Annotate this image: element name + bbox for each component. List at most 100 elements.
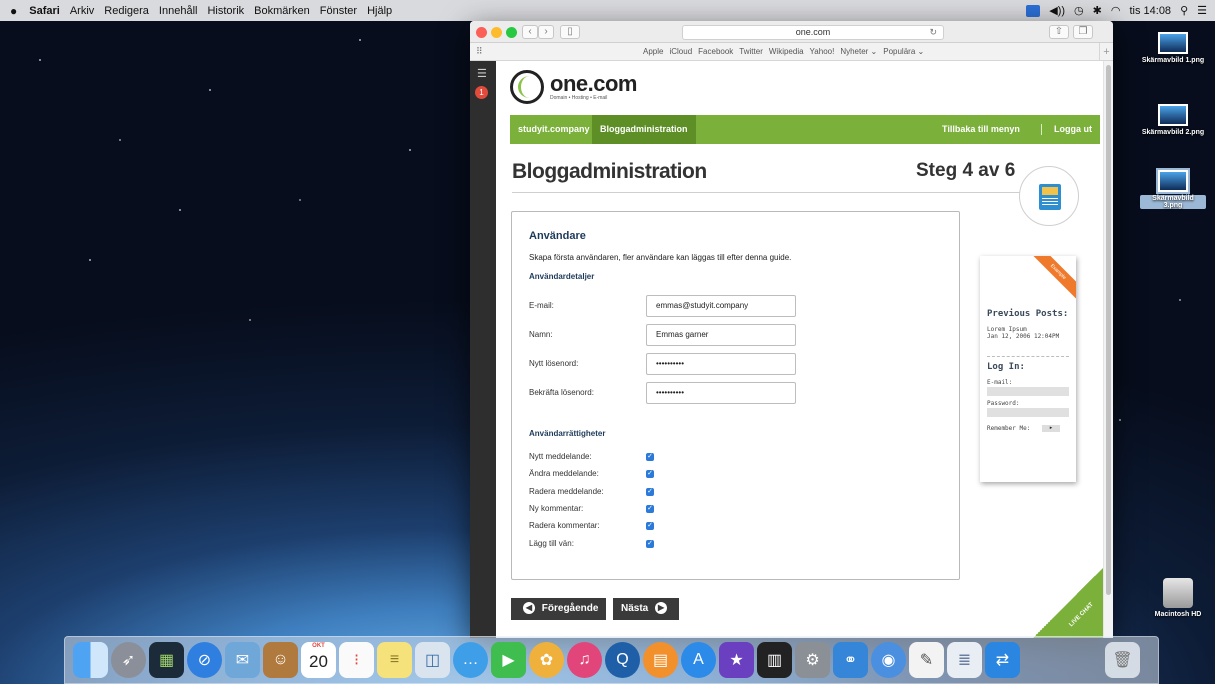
zoom-window-button[interactable]: [506, 27, 517, 38]
user-form-panel: Användare Skapa första användaren, fler …: [511, 211, 960, 580]
ibooks-icon[interactable]: ▤: [643, 642, 678, 678]
menu-arkiv[interactable]: Arkiv: [70, 5, 94, 17]
menu-historik[interactable]: Historik: [207, 5, 244, 17]
name-field[interactable]: Emmas garner: [646, 324, 796, 346]
address-bar[interactable]: one.com ↻: [682, 25, 944, 40]
checkbox-new-comment[interactable]: ✓: [646, 505, 654, 513]
calendar-month: OKT: [312, 643, 325, 649]
close-window-button[interactable]: [476, 27, 487, 38]
notification-center-icon[interactable]: ☰: [1197, 4, 1207, 17]
menu-redigera[interactable]: Redigera: [104, 5, 149, 17]
scrollbar-thumb[interactable]: [1106, 65, 1111, 595]
page-scrollbar[interactable]: [1103, 61, 1113, 638]
nav-domain[interactable]: studyit.company: [510, 115, 598, 144]
previous-button[interactable]: ◀ Föregående: [511, 598, 607, 620]
spotlight-icon[interactable]: ⚲: [1180, 4, 1188, 17]
favorite-nyheter[interactable]: Nyheter ⌄: [840, 47, 877, 56]
video-editor-icon[interactable]: ▥: [757, 642, 792, 678]
textedit-icon[interactable]: ✎: [909, 642, 944, 678]
favorite-apple[interactable]: Apple: [643, 47, 663, 56]
sidebar-toggle-icon[interactable]: ▯: [560, 25, 580, 39]
reload-icon[interactable]: ↻: [929, 26, 937, 39]
top-sites-icon[interactable]: ⠿: [476, 46, 483, 57]
checkbox-edit-post[interactable]: ✓: [646, 470, 654, 478]
right-label-delete-post: Radera meddelande:: [529, 487, 604, 496]
logo-text: one.com: [550, 71, 637, 96]
quicktime-icon[interactable]: Q: [605, 642, 640, 678]
document-icon[interactable]: ≣: [947, 642, 982, 678]
minimize-window-button[interactable]: [491, 27, 502, 38]
favorite-icloud[interactable]: iCloud: [669, 47, 692, 56]
volume-icon[interactable]: ◀)): [1049, 4, 1065, 17]
favorite-wikipedia[interactable]: Wikipedia: [769, 47, 804, 56]
input-source-icon[interactable]: [1026, 4, 1041, 17]
preview-icon[interactable]: ◫: [415, 642, 450, 678]
list-icon[interactable]: ☰: [477, 67, 487, 80]
launchpad-icon[interactable]: ➶: [111, 642, 146, 678]
site-logo[interactable]: one.com Domain • Hosting • E-mail: [510, 67, 637, 107]
facetime-icon[interactable]: ▶: [491, 642, 526, 678]
messages-icon[interactable]: …: [453, 642, 488, 678]
menu-innehall[interactable]: Innehåll: [159, 5, 198, 17]
teamviewer-icon[interactable]: ⇄: [985, 642, 1020, 678]
checkbox-delete-post[interactable]: ✓: [646, 488, 654, 496]
photos-icon[interactable]: ✿: [529, 642, 564, 678]
new-password-field[interactable]: ••••••••••: [646, 353, 796, 375]
desktop-macintosh-hd[interactable]: Macintosh HD: [1145, 578, 1211, 618]
wifi-icon[interactable]: ◠: [1111, 4, 1121, 17]
menu-safari[interactable]: Safari: [29, 5, 60, 17]
apple-icon[interactable]: ●: [10, 4, 17, 18]
finder-icon[interactable]: [73, 642, 108, 678]
desktop-file-screenshot-2[interactable]: Skärmavbild 2.png: [1140, 104, 1206, 136]
itunes-icon[interactable]: ♫: [567, 642, 602, 678]
back-icon[interactable]: ‹: [522, 25, 538, 39]
reminders-icon[interactable]: ⁝: [339, 642, 374, 678]
imovie-icon[interactable]: ★: [719, 642, 754, 678]
form-description: Skapa första användaren, fler användare …: [529, 253, 792, 262]
favorite-yahoo[interactable]: Yahoo!: [810, 47, 835, 56]
nav-logout[interactable]: Logga ut: [1046, 115, 1100, 144]
share-icon[interactable]: ⇧: [1049, 25, 1069, 39]
favorite-facebook[interactable]: Facebook: [698, 47, 733, 56]
favorite-twitter[interactable]: Twitter: [739, 47, 763, 56]
bluetooth-icon[interactable]: ✱: [1093, 4, 1102, 17]
time-machine-icon[interactable]: ◷: [1074, 4, 1084, 17]
checkbox-new-post[interactable]: ✓: [646, 453, 654, 461]
arrow-left-icon: ◀: [523, 602, 535, 615]
mission-control-icon[interactable]: ▦: [149, 642, 184, 678]
checkbox-delete-comment[interactable]: ✓: [646, 522, 654, 530]
desktop-file-screenshot-1[interactable]: Skärmavbild 1.png: [1140, 32, 1206, 64]
forward-icon[interactable]: ›: [538, 25, 554, 39]
desktop-file-screenshot-3[interactable]: Skärmavbild 3.png: [1140, 168, 1206, 209]
trash-icon[interactable]: 🗑: [1105, 642, 1140, 678]
nav-back-to-menu[interactable]: Tillbaka till menyn: [934, 115, 1028, 144]
confirm-password-field[interactable]: ••••••••••: [646, 382, 796, 404]
migration-assistant-icon[interactable]: ⚭: [833, 642, 868, 678]
checkbox-add-friend[interactable]: ✓: [646, 540, 654, 548]
menu-fonster[interactable]: Fönster: [320, 5, 357, 17]
calendar-icon[interactable]: OKT 20: [301, 642, 336, 678]
email-field[interactable]: emmas@studyit.company: [646, 295, 796, 317]
form-heading: Användare: [529, 230, 586, 242]
new-tab-button[interactable]: +: [1099, 43, 1113, 61]
network-app-icon[interactable]: ◉: [871, 642, 906, 678]
system-preferences-icon[interactable]: ⚙: [795, 642, 830, 678]
tabs-overview-icon[interactable]: ❐: [1073, 25, 1093, 39]
contacts-icon[interactable]: ☺: [263, 642, 298, 678]
safari-icon[interactable]: ⊘: [187, 642, 222, 678]
remember-me-label: Remember Me:: [987, 425, 1031, 432]
notes-icon[interactable]: ≡: [377, 642, 412, 678]
menu-bokmarken[interactable]: Bokmärken: [254, 5, 310, 17]
mail-icon[interactable]: ✉: [225, 642, 260, 678]
favorite-populara[interactable]: Populära ⌄: [883, 47, 924, 56]
app-store-icon[interactable]: A: [681, 642, 716, 678]
nav-bloggadministration[interactable]: Bloggadministration: [592, 115, 696, 144]
blog-preview-widget: Example Previous Posts: Lorem Ipsum Jan …: [980, 256, 1076, 482]
notification-badge[interactable]: 1: [475, 86, 488, 99]
menu-hjalp[interactable]: Hjälp: [367, 5, 392, 17]
clock[interactable]: tis 14:08: [1129, 5, 1171, 17]
next-button[interactable]: Nästa ▶: [613, 598, 680, 620]
details-heading: Användardetaljer: [529, 272, 595, 281]
live-chat-button[interactable]: LIVE CHAT: [1033, 568, 1103, 638]
title-divider: [512, 192, 1022, 193]
